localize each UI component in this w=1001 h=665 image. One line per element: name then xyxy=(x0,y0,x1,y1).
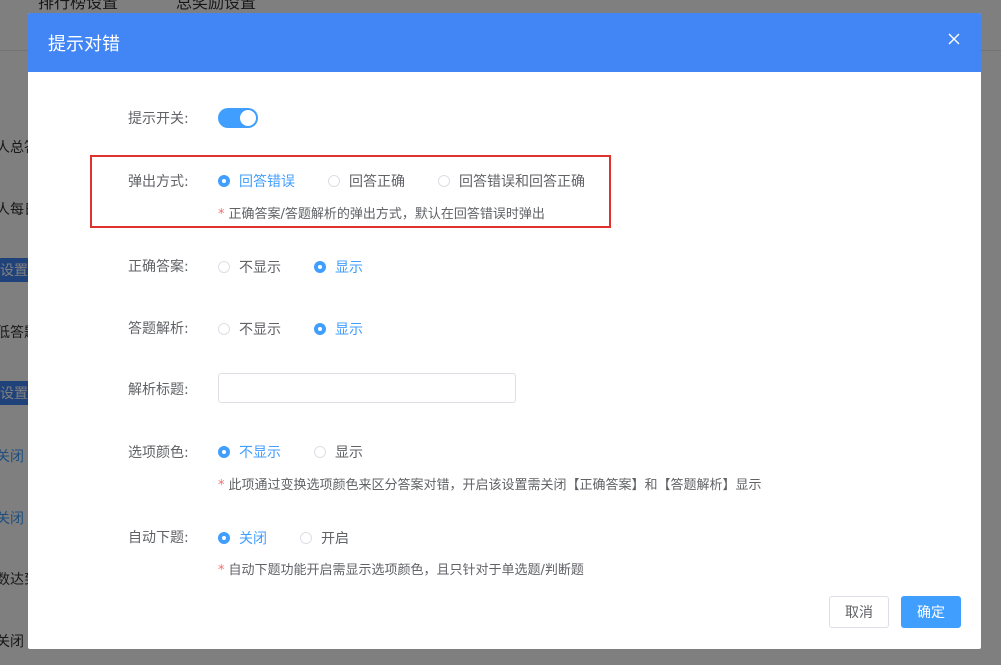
toggle-label: 提示开关: xyxy=(128,111,189,127)
radio-popup-wrong[interactable]: 回答错误 xyxy=(218,171,295,191)
auto-next-tip: * 自动下题功能开启需显示选项颜色，且只针对于单选题/判断题 xyxy=(218,559,584,578)
option-color-label: 选项颜色: xyxy=(128,445,189,461)
radio-circle xyxy=(314,261,326,273)
radio-circle xyxy=(218,261,230,273)
radio-label: 不显示 xyxy=(239,445,281,461)
radio-circle xyxy=(314,446,326,458)
radio-label: 回答错误 xyxy=(239,174,295,190)
radio-auto-on[interactable]: 开启 xyxy=(300,528,349,548)
tip-text: 此项通过变换选项颜色来区分答案对错，开启该设置需关闭【正确答案】和【答题解析】显… xyxy=(228,478,762,493)
popup-mode-tip: * 正确答案/答题解析的弹出方式，默认在回答错误时弹出 xyxy=(218,203,545,222)
radio-circle xyxy=(300,532,312,544)
dialog: 提示对错 提示开关: 弹出方式: 回答错误 回答正确 回答错误和回答正确 * 正确… xyxy=(28,13,981,649)
analysis-title-input[interactable] xyxy=(218,373,516,403)
popup-mode-label: 弹出方式: xyxy=(128,174,189,190)
radio-analysis-show[interactable]: 显示 xyxy=(314,319,363,339)
radio-label: 回答正确 xyxy=(349,174,405,190)
tip-text: 正确答案/答题解析的弹出方式，默认在回答错误时弹出 xyxy=(228,207,545,222)
radio-analysis-hide[interactable]: 不显示 xyxy=(218,319,281,339)
tip-text: 自动下题功能开启需显示选项颜色，且只针对于单选题/判断题 xyxy=(228,563,584,578)
radio-circle xyxy=(218,532,230,544)
radio-circle xyxy=(314,323,326,335)
radio-label: 开启 xyxy=(321,531,349,547)
correct-answer-label: 正确答案: xyxy=(128,259,189,275)
radio-label: 回答错误和回答正确 xyxy=(459,174,585,190)
radio-label: 显示 xyxy=(335,322,363,338)
dialog-title: 提示对错 xyxy=(48,34,120,55)
close-icon[interactable] xyxy=(945,30,963,48)
radio-correct-hide[interactable]: 不显示 xyxy=(218,257,281,277)
radio-popup-correct[interactable]: 回答正确 xyxy=(328,171,405,191)
cancel-button[interactable]: 取消 xyxy=(829,596,889,628)
radio-correct-show[interactable]: 显示 xyxy=(314,257,363,277)
radio-label: 显示 xyxy=(335,445,363,461)
switch-knob xyxy=(240,110,256,126)
option-color-tip: * 此项通过变换选项颜色来区分答案对错，开启该设置需关闭【正确答案】和【答题解析】… xyxy=(218,474,762,493)
radio-label: 不显示 xyxy=(239,322,281,338)
radio-color-show[interactable]: 显示 xyxy=(314,442,363,462)
radio-circle xyxy=(328,175,340,187)
analysis-label: 答题解析: xyxy=(128,321,189,337)
auto-next-label: 自动下题: xyxy=(128,530,189,546)
radio-label: 显示 xyxy=(335,260,363,276)
confirm-button[interactable]: 确定 xyxy=(901,596,961,628)
radio-circle xyxy=(218,323,230,335)
analysis-title-label: 解析标题: xyxy=(128,382,189,398)
required-star: * xyxy=(218,563,225,578)
required-star: * xyxy=(218,207,225,222)
toggle-switch[interactable] xyxy=(218,108,258,128)
radio-label: 关闭 xyxy=(239,531,267,547)
radio-popup-both[interactable]: 回答错误和回答正确 xyxy=(438,171,585,191)
radio-color-hide[interactable]: 不显示 xyxy=(218,442,281,462)
dialog-header: 提示对错 xyxy=(28,13,981,72)
radio-label: 不显示 xyxy=(239,260,281,276)
radio-auto-off[interactable]: 关闭 xyxy=(218,528,267,548)
radio-circle xyxy=(438,175,450,187)
radio-circle xyxy=(218,175,230,187)
required-star: * xyxy=(218,478,225,493)
radio-circle xyxy=(218,446,230,458)
